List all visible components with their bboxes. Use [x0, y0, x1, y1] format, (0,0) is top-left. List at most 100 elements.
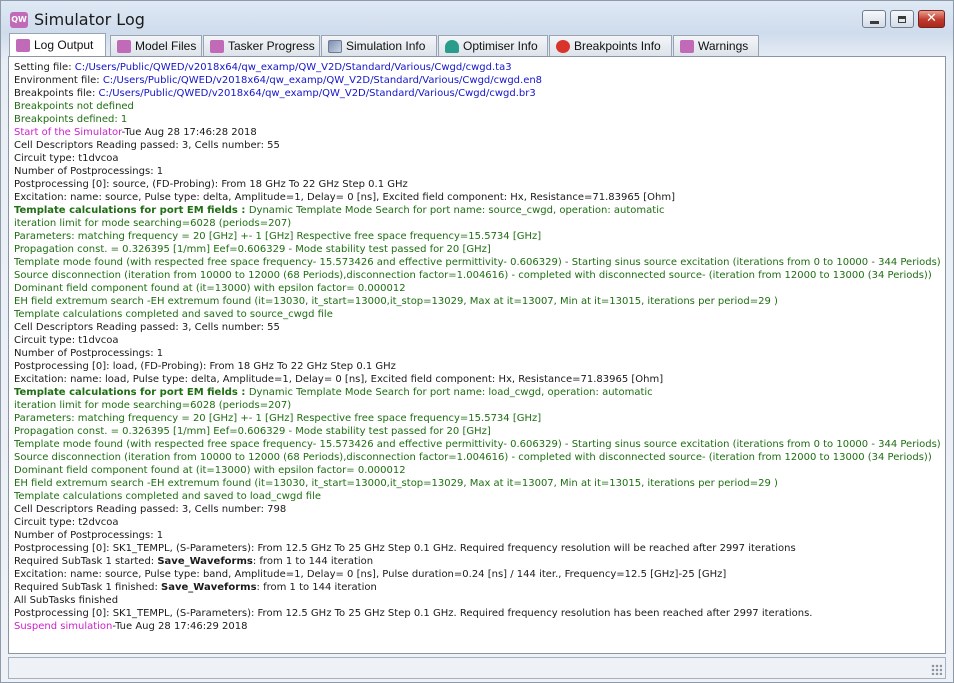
tab-label: Tasker Progress — [228, 39, 315, 53]
log-line: Source disconnection (iteration from 100… — [14, 451, 941, 464]
minimize-icon — [869, 20, 879, 24]
log-line: Postprocessing [0]: SK1_TEMPL, (S-Parame… — [14, 607, 941, 620]
log-line: Propagation const. = 0.326395 [1/mm] Eef… — [14, 243, 941, 256]
log-segment: Required SubTask 1 finished: — [14, 582, 162, 593]
tab-breakpoints-info[interactable]: Breakpoints Info — [549, 35, 672, 56]
tab-optimiser-info[interactable]: Optimiser Info — [438, 35, 548, 56]
log-segment: Breakpoints defined: 1 — [14, 114, 128, 125]
log-line: Breakpoints defined: 1 — [14, 113, 941, 126]
log-segment: Breakpoints file: — [14, 88, 99, 99]
log-segment: Excitation: name: load, Pulse type: delt… — [14, 374, 664, 385]
log-segment: Template mode found (with respected free… — [14, 257, 941, 268]
log-line: Suspend simulation-Tue Aug 28 17:46:29 2… — [14, 620, 941, 633]
log-segment: Number of Postprocessings: 1 — [14, 166, 164, 177]
log-segment: EH field extremum search -EH extremum fo… — [14, 478, 778, 489]
log-line: Excitation: name: source, Pulse type: ba… — [14, 568, 941, 581]
log-segment: Propagation const. = 0.326395 [1/mm] Eef… — [14, 426, 491, 437]
log-segment: C:/Users/Public/QWED/v2018x64/qw_examp/Q… — [98, 88, 536, 99]
log-line: Template mode found (with respected free… — [14, 438, 941, 451]
qw-icon — [16, 38, 30, 52]
log-line: Template calculations completed and save… — [14, 490, 941, 503]
log-segment: Circuit type: t1dvcoa — [14, 335, 119, 346]
log-line: Setting file: C:/Users/Public/QWED/v2018… — [14, 61, 941, 74]
log-line: Breakpoints not defined — [14, 100, 941, 113]
log-segment: Circuit type: t1dvcoa — [14, 153, 119, 164]
log-segment: : from 1 to 144 iteration — [252, 556, 374, 567]
log-line: All SubTasks finished — [14, 594, 941, 607]
log-segment: Dominant field component found at (it=13… — [14, 283, 406, 294]
log-line: Circuit type: t2dvcoa — [14, 516, 941, 529]
log-line: Start of the Simulator-Tue Aug 28 17:46:… — [14, 126, 941, 139]
tab-log-output[interactable]: Log Output — [9, 33, 106, 56]
log-segment: Template calculations for port EM fields… — [14, 205, 249, 216]
log-line: Postprocessing [0]: source, (FD-Probing)… — [14, 178, 941, 191]
log-segment: Excitation: name: source, Pulse type: de… — [14, 192, 675, 203]
log-segment: Postprocessing [0]: load, (FD-Probing): … — [14, 361, 396, 372]
resize-grip-icon[interactable] — [931, 664, 942, 675]
log-segment: iteration limit for mode searching=6028 … — [14, 218, 292, 229]
qw-icon — [680, 39, 694, 53]
log-segment: C:/Users/Public/QWED/v2018x64/qw_examp/Q… — [102, 75, 543, 86]
tab-label: Log Output — [34, 38, 94, 52]
qw-icon — [210, 39, 224, 53]
close-button[interactable]: ✕ — [918, 10, 945, 28]
simulation-icon — [328, 39, 342, 53]
log-segment: Number of Postprocessings: 1 — [14, 348, 164, 359]
log-segment: Dynamic Template Mode Search for port na… — [248, 205, 665, 216]
log-segment: Breakpoints not defined — [14, 101, 134, 112]
log-line: Excitation: name: source, Pulse type: de… — [14, 191, 941, 204]
log-segment: Setting file: — [14, 62, 75, 73]
tab-warnings[interactable]: Warnings — [673, 35, 759, 56]
tab-model-files[interactable]: Model Files — [110, 35, 202, 56]
log-segment: Source disconnection (iteration from 100… — [14, 270, 932, 281]
log-line: EH field extremum search -EH extremum fo… — [14, 295, 941, 308]
maximize-icon — [898, 15, 906, 23]
log-segment: Number of Postprocessings: 1 — [14, 530, 164, 541]
log-line: iteration limit for mode searching=6028 … — [14, 217, 941, 230]
tab-label: Optimiser Info — [463, 39, 538, 53]
log-line: Cell Descriptors Reading passed: 3, Cell… — [14, 321, 941, 334]
window-controls: ✕ — [858, 10, 945, 28]
window-title: Simulator Log — [34, 10, 145, 29]
log-segment: EH field extremum search -EH extremum fo… — [14, 296, 778, 307]
tab-label: Model Files — [135, 39, 197, 53]
log-line: Template calculations for port EM fields… — [14, 386, 941, 399]
tab-bar: Log Output Model Files Tasker Progress S… — [9, 33, 949, 56]
log-segment: Parameters: matching frequency = 20 [GHz… — [14, 413, 542, 424]
log-segment: Excitation: name: source, Pulse type: ba… — [14, 569, 727, 580]
log-line: Excitation: name: load, Pulse type: delt… — [14, 373, 941, 386]
log-line: Required SubTask 1 started: Save_Wavefor… — [14, 555, 941, 568]
log-segment: Source disconnection (iteration from 100… — [14, 452, 932, 463]
tab-label: Warnings — [698, 39, 749, 53]
log-segment: Template calculations completed and save… — [14, 491, 322, 502]
log-segment: Cell Descriptors Reading passed: 3, Cell… — [14, 322, 280, 333]
log-line: Required SubTask 1 finished: Save_Wavefo… — [14, 581, 941, 594]
log-segment: Postprocessing [0]: source, (FD-Probing)… — [14, 179, 408, 190]
log-line: Breakpoints file: C:/Users/Public/QWED/v… — [14, 87, 941, 100]
qw-icon — [117, 39, 131, 53]
log-segment: Start of the Simulator — [14, 127, 122, 138]
title-bar[interactable]: QW Simulator Log ✕ — [1, 1, 953, 33]
log-segment: Cell Descriptors Reading passed: 3, Cell… — [14, 504, 287, 515]
log-segment: : from 1 to 144 iteration — [256, 582, 377, 593]
log-line: Parameters: matching frequency = 20 [GHz… — [14, 230, 941, 243]
log-line: Parameters: matching frequency = 20 [GHz… — [14, 412, 941, 425]
log-segment: C:/Users/Public/QWED/v2018x64/qw_examp/Q… — [74, 62, 512, 73]
log-line: EH field extremum search -EH extremum fo… — [14, 477, 941, 490]
maximize-button[interactable] — [890, 10, 914, 28]
log-line: Dominant field component found at (it=13… — [14, 282, 941, 295]
tab-simulation-info[interactable]: Simulation Info — [321, 35, 437, 56]
log-segment: Template calculations completed and save… — [14, 309, 333, 320]
tab-tasker-progress[interactable]: Tasker Progress — [203, 35, 320, 56]
log-segment: Dominant field component found at (it=13… — [14, 465, 406, 476]
log-segment: -Tue Aug 28 17:46:28 2018 — [121, 127, 257, 138]
log-line: Number of Postprocessings: 1 — [14, 165, 941, 178]
log-output-panel: Setting file: C:/Users/Public/QWED/v2018… — [8, 56, 946, 654]
log-segment: Propagation const. = 0.326395 [1/mm] Eef… — [14, 244, 491, 255]
log-segment: Template mode found (with respected free… — [14, 439, 941, 450]
log-segment: Parameters: matching frequency = 20 [GHz… — [14, 231, 542, 242]
qw-app-icon: QW — [10, 12, 28, 28]
log-text-area[interactable]: Setting file: C:/Users/Public/QWED/v2018… — [14, 61, 941, 649]
minimize-button[interactable] — [862, 10, 886, 28]
log-line: Circuit type: t1dvcoa — [14, 334, 941, 347]
